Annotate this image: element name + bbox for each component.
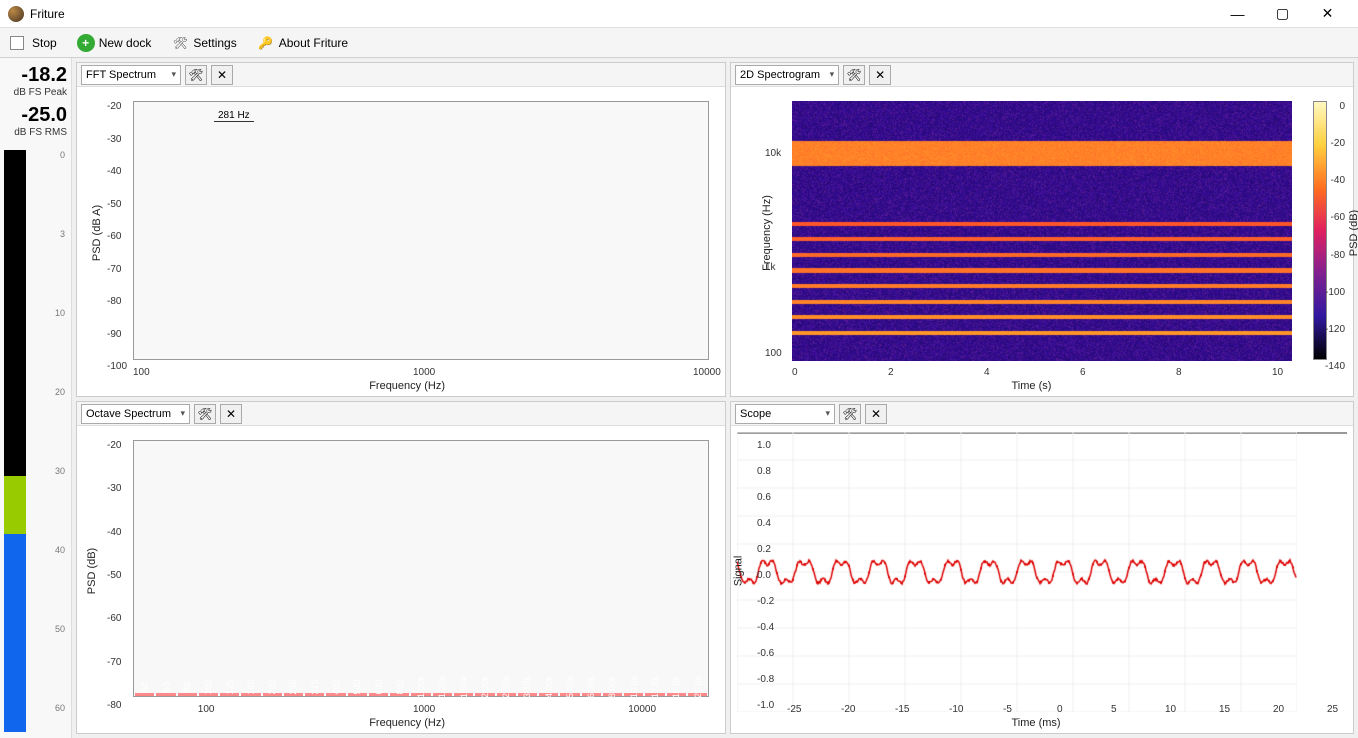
octave-type-select[interactable]: Octave Spectrum — [81, 404, 190, 424]
hammer-icon: 🛠 — [842, 407, 857, 421]
peak-value: -18.2 — [21, 64, 67, 87]
fft-type-select[interactable]: FFT Spectrum — [81, 65, 181, 85]
close-button[interactable]: ✕ — [1305, 0, 1350, 28]
spec-settings-button[interactable]: 🛠 — [843, 65, 865, 85]
spec-close-button[interactable]: ✕ — [869, 65, 891, 85]
scope-settings-button[interactable]: 🛠 — [839, 404, 861, 424]
close-icon: ✕ — [217, 68, 227, 82]
maximize-button[interactable]: ▢ — [1260, 0, 1305, 28]
fft-select-label: FFT Spectrum — [86, 69, 156, 81]
colorbar — [1313, 101, 1327, 360]
fft-ylabel: PSD (dB A) — [91, 205, 103, 261]
scope-select-label: Scope — [740, 408, 771, 420]
close-icon: ✕ — [226, 407, 236, 421]
octave-plot[interactable]: 5063801001251602002503154005006308001.00… — [133, 440, 709, 697]
spec-type-select[interactable]: 2D Spectrogram — [735, 65, 839, 85]
minimize-button[interactable]: — — [1215, 0, 1260, 28]
stop-button[interactable]: Stop — [6, 34, 61, 52]
window-title: Friture — [30, 7, 1215, 21]
spectrogram-panel: 2D Spectrogram 🛠 ✕ Frequency (Hz) Time (… — [730, 62, 1354, 397]
rms-value: -25.0 — [21, 104, 67, 127]
close-icon: ✕ — [871, 407, 881, 421]
spectrogram-plot[interactable] — [792, 101, 1287, 360]
stop-icon — [10, 36, 24, 50]
key-icon: 🔑 — [257, 34, 275, 52]
level-meter: 03102030405060 — [0, 150, 67, 732]
about-label: About Friture — [279, 36, 348, 50]
hammer-icon: 🛠 — [846, 68, 861, 82]
fft-cursor-label: 281 Hz — [214, 110, 254, 122]
settings-button[interactable]: 🛠 Settings — [167, 32, 240, 54]
hammer-icon: 🛠 — [188, 68, 203, 82]
fft-panel: FFT Spectrum 🛠 ✕ 281 Hz PSD (dB A) Frequ… — [76, 62, 726, 397]
scope-xlabel: Time (ms) — [1012, 717, 1061, 729]
oct-xlabel: Frequency (Hz) — [369, 717, 445, 729]
scope-close-button[interactable]: ✕ — [865, 404, 887, 424]
level-meter-panel: -18.2 dB FS Peak -25.0 dB FS RMS 0310203… — [0, 58, 72, 738]
fft-plot[interactable]: 281 Hz — [133, 101, 709, 360]
scope-ylabel: Signal — [732, 555, 744, 586]
scope-type-select[interactable]: Scope — [735, 404, 835, 424]
settings-label: Settings — [193, 36, 236, 50]
oct-ylabel: PSD (dB) — [86, 548, 98, 594]
octave-settings-button[interactable]: 🛠 — [194, 404, 216, 424]
fft-close-button[interactable]: ✕ — [211, 65, 233, 85]
spec-xlabel: Time (s) — [1012, 380, 1052, 392]
spec-select-label: 2D Spectrogram — [740, 69, 820, 81]
stop-label: Stop — [32, 36, 57, 50]
scope-panel: Scope 🛠 ✕ Signal Time (ms) -1.0-0.8-0.6-… — [730, 401, 1354, 734]
spec-cbar-label: PSD (dB) — [1348, 209, 1358, 255]
peak-label: dB FS Peak — [14, 87, 67, 98]
gear-icon: 🛠 — [171, 34, 189, 52]
new-dock-label: New dock — [99, 36, 152, 50]
fft-xlabel: Frequency (Hz) — [369, 380, 445, 392]
octave-panel: Octave Spectrum 🛠 ✕ 50638010012516020025… — [76, 401, 726, 734]
plus-icon: + — [77, 34, 95, 52]
octave-close-button[interactable]: ✕ — [220, 404, 242, 424]
close-icon: ✕ — [875, 68, 885, 82]
toolbar: Stop + New dock 🛠 Settings 🔑 About Fritu… — [0, 28, 1358, 58]
spec-ylabel: Frequency (Hz) — [761, 195, 773, 271]
app-icon — [8, 6, 24, 22]
scope-plot[interactable] — [737, 432, 1347, 434]
about-button[interactable]: 🔑 About Friture — [253, 32, 352, 54]
fft-settings-button[interactable]: 🛠 — [185, 65, 207, 85]
hammer-icon: 🛠 — [197, 407, 212, 421]
titlebar: Friture — ▢ ✕ — [0, 0, 1358, 28]
new-dock-button[interactable]: + New dock — [73, 32, 156, 54]
rms-label: dB FS RMS — [14, 127, 67, 138]
oct-select-label: Octave Spectrum — [86, 408, 171, 420]
